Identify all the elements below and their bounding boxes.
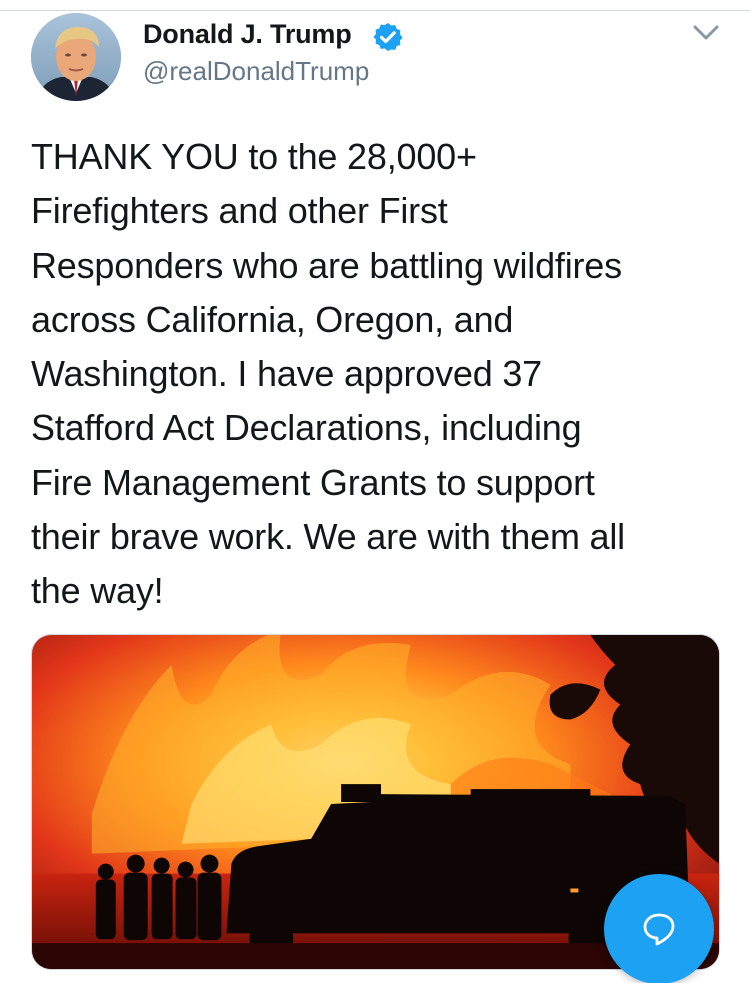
tweet-line: Responders who are battling wildfires xyxy=(31,244,622,286)
author-handle[interactable]: @realDonaldTrump xyxy=(143,56,369,87)
tweet-line: Stafford Act Declarations, including xyxy=(31,407,582,449)
reply-bubble-icon xyxy=(643,913,675,946)
reply-button[interactable] xyxy=(604,874,714,983)
tweet-line: Firefighters and other First xyxy=(31,190,448,232)
top-divider xyxy=(0,10,750,11)
avatar-image xyxy=(31,13,121,101)
tweet-line: across California, Oregon, and xyxy=(31,298,514,340)
tweet-line: THANK YOU to the 28,000+ xyxy=(31,136,477,177)
tweet-line: Fire Management Grants to support xyxy=(31,461,595,503)
verified-badge-icon xyxy=(372,21,404,53)
tweet-line: the way! xyxy=(31,570,164,612)
tweet-text: THANK YOU to the 28,000+ Firefighters an… xyxy=(31,130,731,619)
tweet-line: their brave work. We are with them all xyxy=(31,516,625,558)
tweet-line: Washington. I have approved 37 xyxy=(31,353,543,395)
author-display-name[interactable]: Donald J. Trump xyxy=(143,19,352,50)
chevron-down-icon[interactable] xyxy=(690,22,722,44)
avatar[interactable] xyxy=(31,13,121,101)
